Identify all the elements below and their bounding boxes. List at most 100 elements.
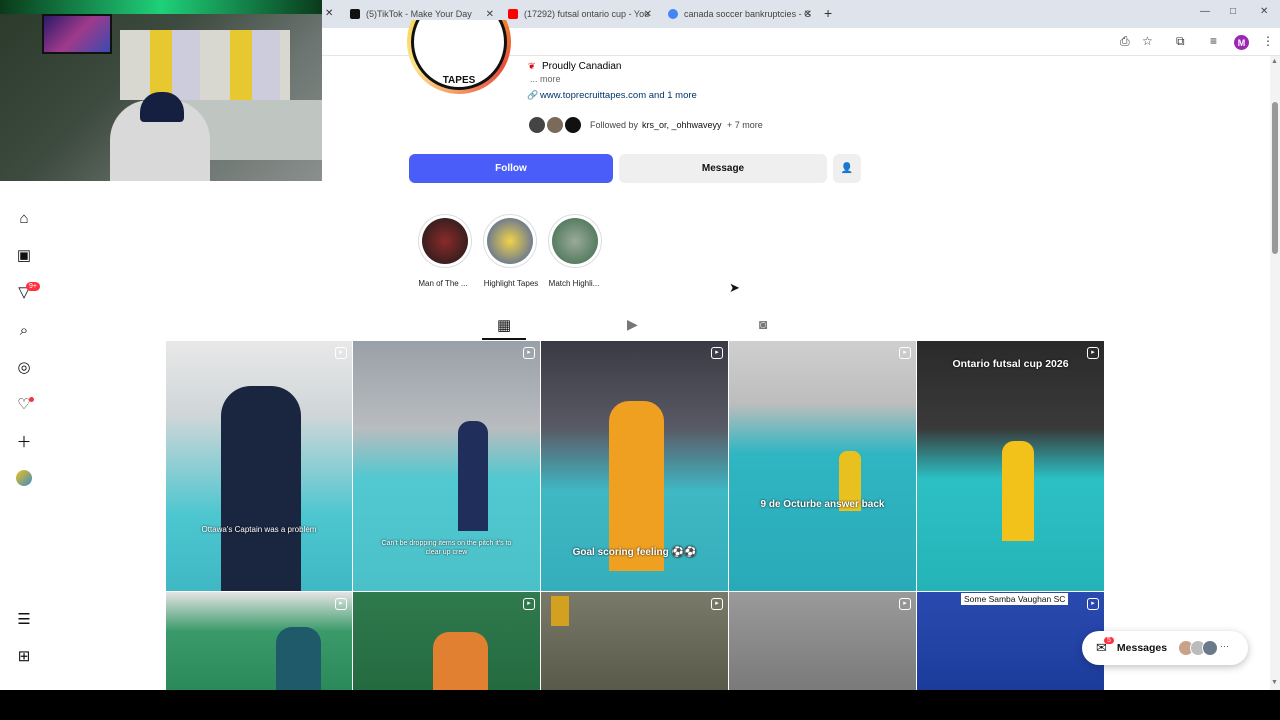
bookmark-star-icon[interactable]: ☆	[1142, 34, 1153, 48]
message-avatars: ⋯	[1178, 640, 1238, 656]
minimize-icon[interactable]: —	[1200, 6, 1210, 17]
profile-link[interactable]: www.toprecruittapes.com and 1 more	[540, 90, 697, 101]
post-caption: Goal scoring feeling ⚽⚽	[572, 547, 697, 558]
flag-shape	[551, 596, 569, 626]
create-icon[interactable]: ＋	[14, 431, 34, 451]
reel-icon: ▸	[711, 347, 723, 359]
post-tile[interactable]: ▸ Some Samba Vaughan SC	[917, 592, 1104, 690]
reels-icon[interactable]: ▶	[627, 316, 638, 333]
highlight-label: Match Highli...	[548, 279, 600, 288]
cap	[140, 92, 184, 122]
extensions-icon[interactable]: ⧉	[1176, 34, 1185, 49]
scrollbar-thumb[interactable]	[1272, 102, 1278, 254]
player-figure	[609, 401, 664, 571]
tagged-icon[interactable]: ◙	[759, 316, 767, 332]
follow-button[interactable]: Follow	[409, 154, 613, 183]
highlight-label: Man of The ...	[418, 279, 468, 288]
youtube-icon	[508, 9, 518, 19]
more-link[interactable]: ... more	[530, 74, 561, 84]
search-icon[interactable]: ⌕	[14, 320, 34, 340]
link-icon: 🔗	[527, 90, 539, 100]
profile-picture[interactable]: TAPES	[406, 20, 512, 96]
post-tile[interactable]: ▸ 9 de Octurbe answer back	[729, 341, 916, 591]
followed-by-prefix: Followed by	[590, 120, 639, 130]
profile-nav-avatar[interactable]	[14, 468, 34, 488]
maple-leaf-icon: ❦	[528, 61, 536, 71]
scroll-down-icon[interactable]: ▼	[1271, 679, 1278, 686]
highlight-label: Highlight Tapes	[483, 279, 539, 288]
profile-avatar-letter: M	[1237, 37, 1246, 48]
player-figure	[276, 627, 321, 690]
more-dots-icon: ⋯	[1220, 641, 1229, 651]
threads-icon[interactable]: ⊞	[14, 646, 34, 666]
highlight-man-of-the-match[interactable]	[418, 214, 472, 268]
reel-icon: ▸	[335, 598, 347, 610]
post-caption: Ottawa's Captain was a problem	[201, 525, 317, 534]
post-caption: Some Samba Vaughan SC	[961, 593, 1069, 605]
tiktok-icon	[350, 9, 360, 19]
led-strip	[0, 0, 322, 14]
home-icon[interactable]: ⌂	[14, 208, 34, 228]
menu-kebab-icon[interactable]: ⋮	[1262, 34, 1274, 48]
scroll-up-icon[interactable]: ▲	[1271, 58, 1278, 65]
reel-icon: ▸	[899, 598, 911, 610]
post-caption: Can't be dropping items on the pitch it'…	[381, 540, 512, 556]
media-control-icon[interactable]: ≡	[1210, 34, 1217, 48]
post-caption: Ontario futsal cup 2026	[952, 358, 1069, 370]
post-tile[interactable]: ▸	[353, 592, 540, 690]
suggested-users-button[interactable]: 👤	[833, 154, 861, 183]
reel-icon: ▸	[899, 347, 911, 359]
post-tile[interactable]: ▸ Goal scoring feeling ⚽⚽	[541, 341, 728, 591]
reel-icon: ▸	[523, 598, 535, 610]
activity-dot	[29, 397, 34, 402]
maximize-icon[interactable]: □	[1230, 6, 1236, 17]
post-tile[interactable]: ▸ Can't be dropping items on the pitch i…	[353, 341, 540, 591]
close-icon[interactable]: ✕	[804, 9, 812, 20]
followed-by-more[interactable]: + 7 more	[727, 120, 763, 130]
webcam-overlay	[0, 0, 322, 181]
close-icon[interactable]: ✕	[644, 9, 652, 20]
close-tab-icon[interactable]: ✕	[325, 8, 333, 19]
reel-icon: ▸	[523, 347, 535, 359]
profile-avatar[interactable]: M	[1234, 35, 1249, 50]
player-figure	[433, 632, 488, 690]
highlight-match-highlights[interactable]	[548, 214, 602, 268]
posts-grid-icon[interactable]: ▦	[497, 316, 511, 334]
messages-button[interactable]: ✉ 5 Messages ⋯	[1082, 631, 1248, 665]
tab-label: canada soccer bankruptcies - G	[684, 9, 812, 19]
active-tab-underline	[482, 338, 526, 340]
post-tile[interactable]: ▸ Ottawa's Captain was a problem	[166, 341, 352, 591]
follower-avatars	[527, 115, 587, 135]
post-tile[interactable]: ▸	[166, 592, 352, 690]
bottom-bar	[0, 690, 1280, 720]
player-figure	[1002, 441, 1034, 541]
post-tile[interactable]: ▸	[729, 592, 916, 690]
more-menu-icon[interactable]: ☰	[14, 609, 34, 629]
followed-by-names[interactable]: krs_or, _ohhwaveyy	[642, 120, 722, 130]
messages-label: Messages	[1116, 642, 1168, 654]
jersey-wall	[120, 30, 290, 100]
install-app-icon[interactable]: ⎙	[1120, 34, 1130, 49]
messages-count-badge: 5	[1104, 637, 1114, 644]
tab-google[interactable]: canada soccer bankruptcies - G ✕	[660, 4, 818, 24]
tab-youtube[interactable]: (17292) futsal ontario cup - You ✕	[500, 4, 658, 24]
reel-icon: ▸	[335, 347, 347, 359]
reels-nav-icon[interactable]: ▣	[14, 245, 34, 265]
post-tile[interactable]: ▸ Ontario futsal cup 2026	[917, 341, 1104, 591]
close-icon[interactable]: ✕	[486, 9, 494, 20]
explore-icon[interactable]: ◎	[14, 357, 34, 377]
new-tab-button[interactable]: +	[824, 5, 832, 21]
google-icon	[668, 9, 678, 19]
tv-screen	[42, 14, 112, 54]
follow-label: Follow	[495, 163, 527, 174]
reel-icon: ▸	[711, 598, 723, 610]
reel-icon: ▸	[1087, 598, 1099, 610]
tab-label: (17292) futsal ontario cup - You	[524, 9, 650, 19]
highlight-highlight-tapes[interactable]	[483, 214, 537, 268]
message-button[interactable]: Message	[619, 154, 827, 183]
post-tile[interactable]: ▸	[541, 592, 728, 690]
bio-line: Proudly Canadian	[542, 61, 622, 72]
logo-text: TAPES	[442, 75, 476, 86]
close-window-icon[interactable]: ✕	[1260, 6, 1268, 17]
browser-window: ✕ (5)TikTok - Make Your Day ✕ (17292) fu…	[0, 0, 1280, 690]
